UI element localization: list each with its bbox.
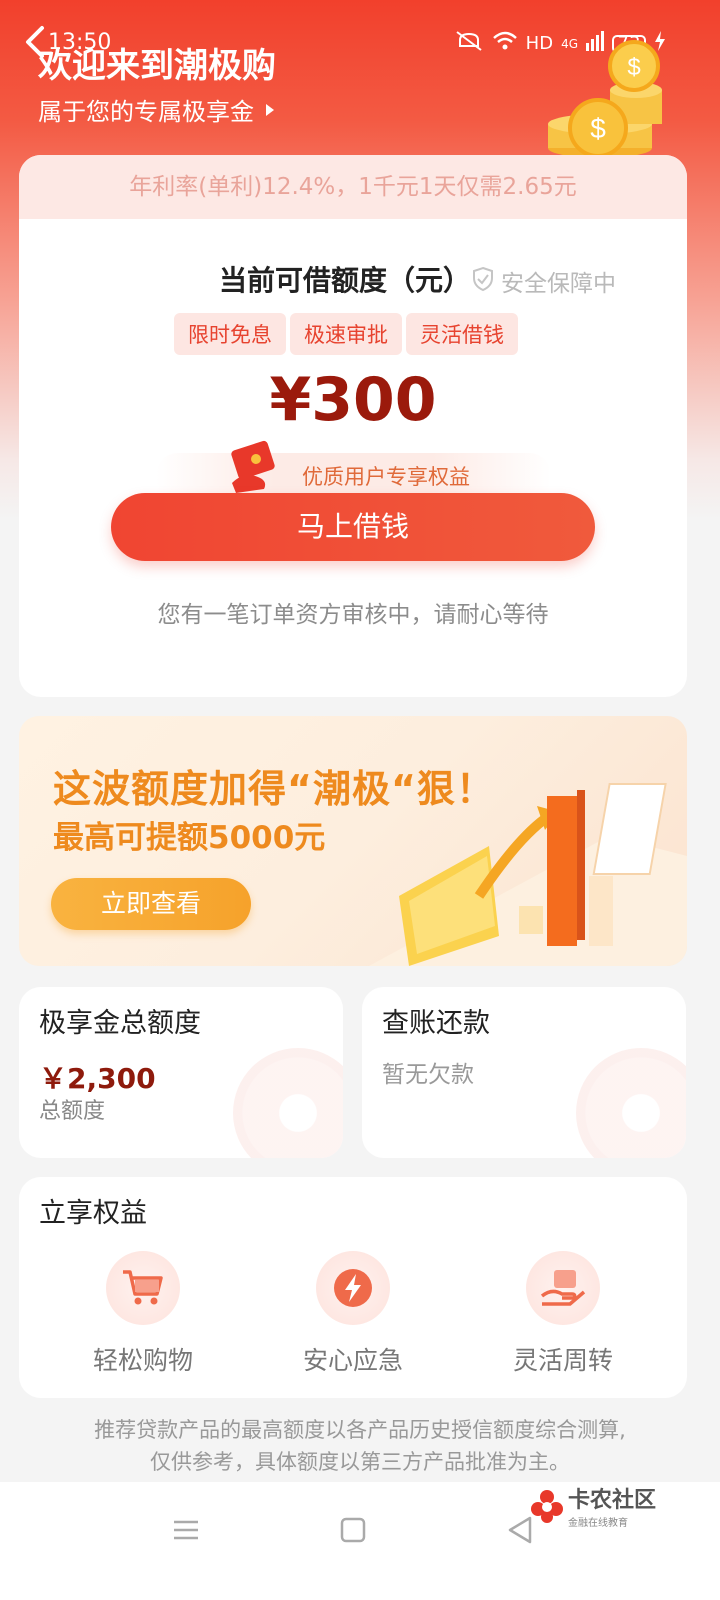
svg-text:$: $ [590, 113, 606, 144]
benefit-label: 灵活周转 [512, 1346, 613, 1375]
disclaimer: 推荐贷款产品的最高额度以各产品历史授信额度综合测算, 仅供参考，具体额度以第三方… [0, 1414, 720, 1478]
promo-banner[interactable]: 这波额度加得“潮极“狠！ 最高可提额5000元 立即查看 [19, 716, 687, 966]
feature-tags: 限时免息 极速审批 灵活借钱 [174, 313, 518, 355]
hand-money-icon [526, 1251, 600, 1325]
growth-chart-illustration [369, 776, 687, 966]
welcome-subtitle-link[interactable]: 属于您的专属极享金 [38, 92, 278, 127]
banner-subheadline: 最高可提额5000元 [53, 820, 326, 856]
watermark-logo: 卡农社区 金融在线教育 [530, 1482, 656, 1529]
benefit-label: 安心应急 [302, 1346, 403, 1375]
rate-notice: 年利率(单利)12.4%，1千元1天仅需2.65元 [19, 155, 687, 219]
tag-fast-approval: 极速审批 [290, 313, 402, 355]
home-square-icon[interactable] [333, 1510, 373, 1550]
total-quota-label: 总额度 [39, 1099, 106, 1124]
view-now-button[interactable]: 立即查看 [51, 878, 251, 930]
safety-text: 安全保障中 [501, 271, 616, 297]
total-quota-title: 极享金总额度 [39, 1008, 201, 1039]
benefits-title: 立享权益 [39, 1198, 147, 1229]
menu-icon[interactable] [166, 1510, 206, 1550]
welcome-title: 欢迎来到潮极购 [38, 46, 276, 86]
disclaimer-line-2: 仅供参考，具体额度以第三方产品批准为主。 [150, 1450, 570, 1474]
quota-label: 当前可借额度（元） [219, 264, 472, 297]
red-envelope-icon [224, 437, 284, 495]
watermark-subtitle: 金融在线教育 [568, 1518, 628, 1529]
mute-icon [454, 30, 484, 57]
available-amount: ¥300 [269, 365, 437, 435]
lightning-icon [316, 1251, 390, 1325]
svg-text:$: $ [627, 54, 640, 81]
shield-check-icon [471, 266, 495, 296]
watermark-flower-icon [531, 1489, 563, 1523]
caret-right-icon [262, 98, 278, 126]
decorative-circle [233, 1048, 343, 1158]
watermark-title: 卡农社区 [568, 1488, 657, 1513]
shopping-cart-icon [106, 1251, 180, 1325]
benefit-label: 轻松购物 [92, 1346, 193, 1375]
loan-card: 年利率(单利)12.4%，1千元1天仅需2.65元 当前可借额度（元） 安全保障… [19, 155, 687, 697]
wifi-icon [492, 30, 518, 57]
tag-interest-free: 限时免息 [174, 313, 286, 355]
perk-text: 优质用户专享权益 [302, 465, 470, 489]
repayment-status: 暂无欠款 [382, 1062, 474, 1088]
benefits-card: 立享权益 轻松购物 安心应急 灵活周转 [19, 1177, 687, 1398]
total-quota-amount: ￥2,300 [39, 1062, 156, 1095]
disclaimer-line-1: 推荐贷款产品的最高额度以各产品历史授信额度综合测算, [94, 1418, 626, 1442]
borrow-now-button[interactable]: 马上借钱 [111, 493, 595, 561]
repayment-title: 查账还款 [382, 1008, 490, 1039]
tag-flexible-borrow: 灵活借钱 [406, 313, 518, 355]
repayment-card[interactable]: 查账还款 暂无欠款 [362, 987, 686, 1158]
safety-badge: 安全保障中 [471, 264, 616, 298]
benefit-turnover[interactable]: 灵活周转 [483, 1251, 643, 1377]
total-quota-card[interactable]: 极享金总额度 ￥2,300 总额度 [19, 987, 343, 1158]
welcome-subtitle: 属于您的专属极享金 [38, 98, 254, 126]
pending-order-notice: 您有一笔订单资方审核中，请耐心等待 [157, 602, 549, 628]
system-nav-bar: 卡农社区 金融在线教育 [0, 1482, 720, 1600]
benefit-emergency[interactable]: 安心应急 [273, 1251, 433, 1377]
benefit-shopping[interactable]: 轻松购物 [63, 1251, 223, 1377]
gold-coins-illustration: $ $ [540, 40, 670, 160]
decorative-circle [576, 1048, 686, 1158]
